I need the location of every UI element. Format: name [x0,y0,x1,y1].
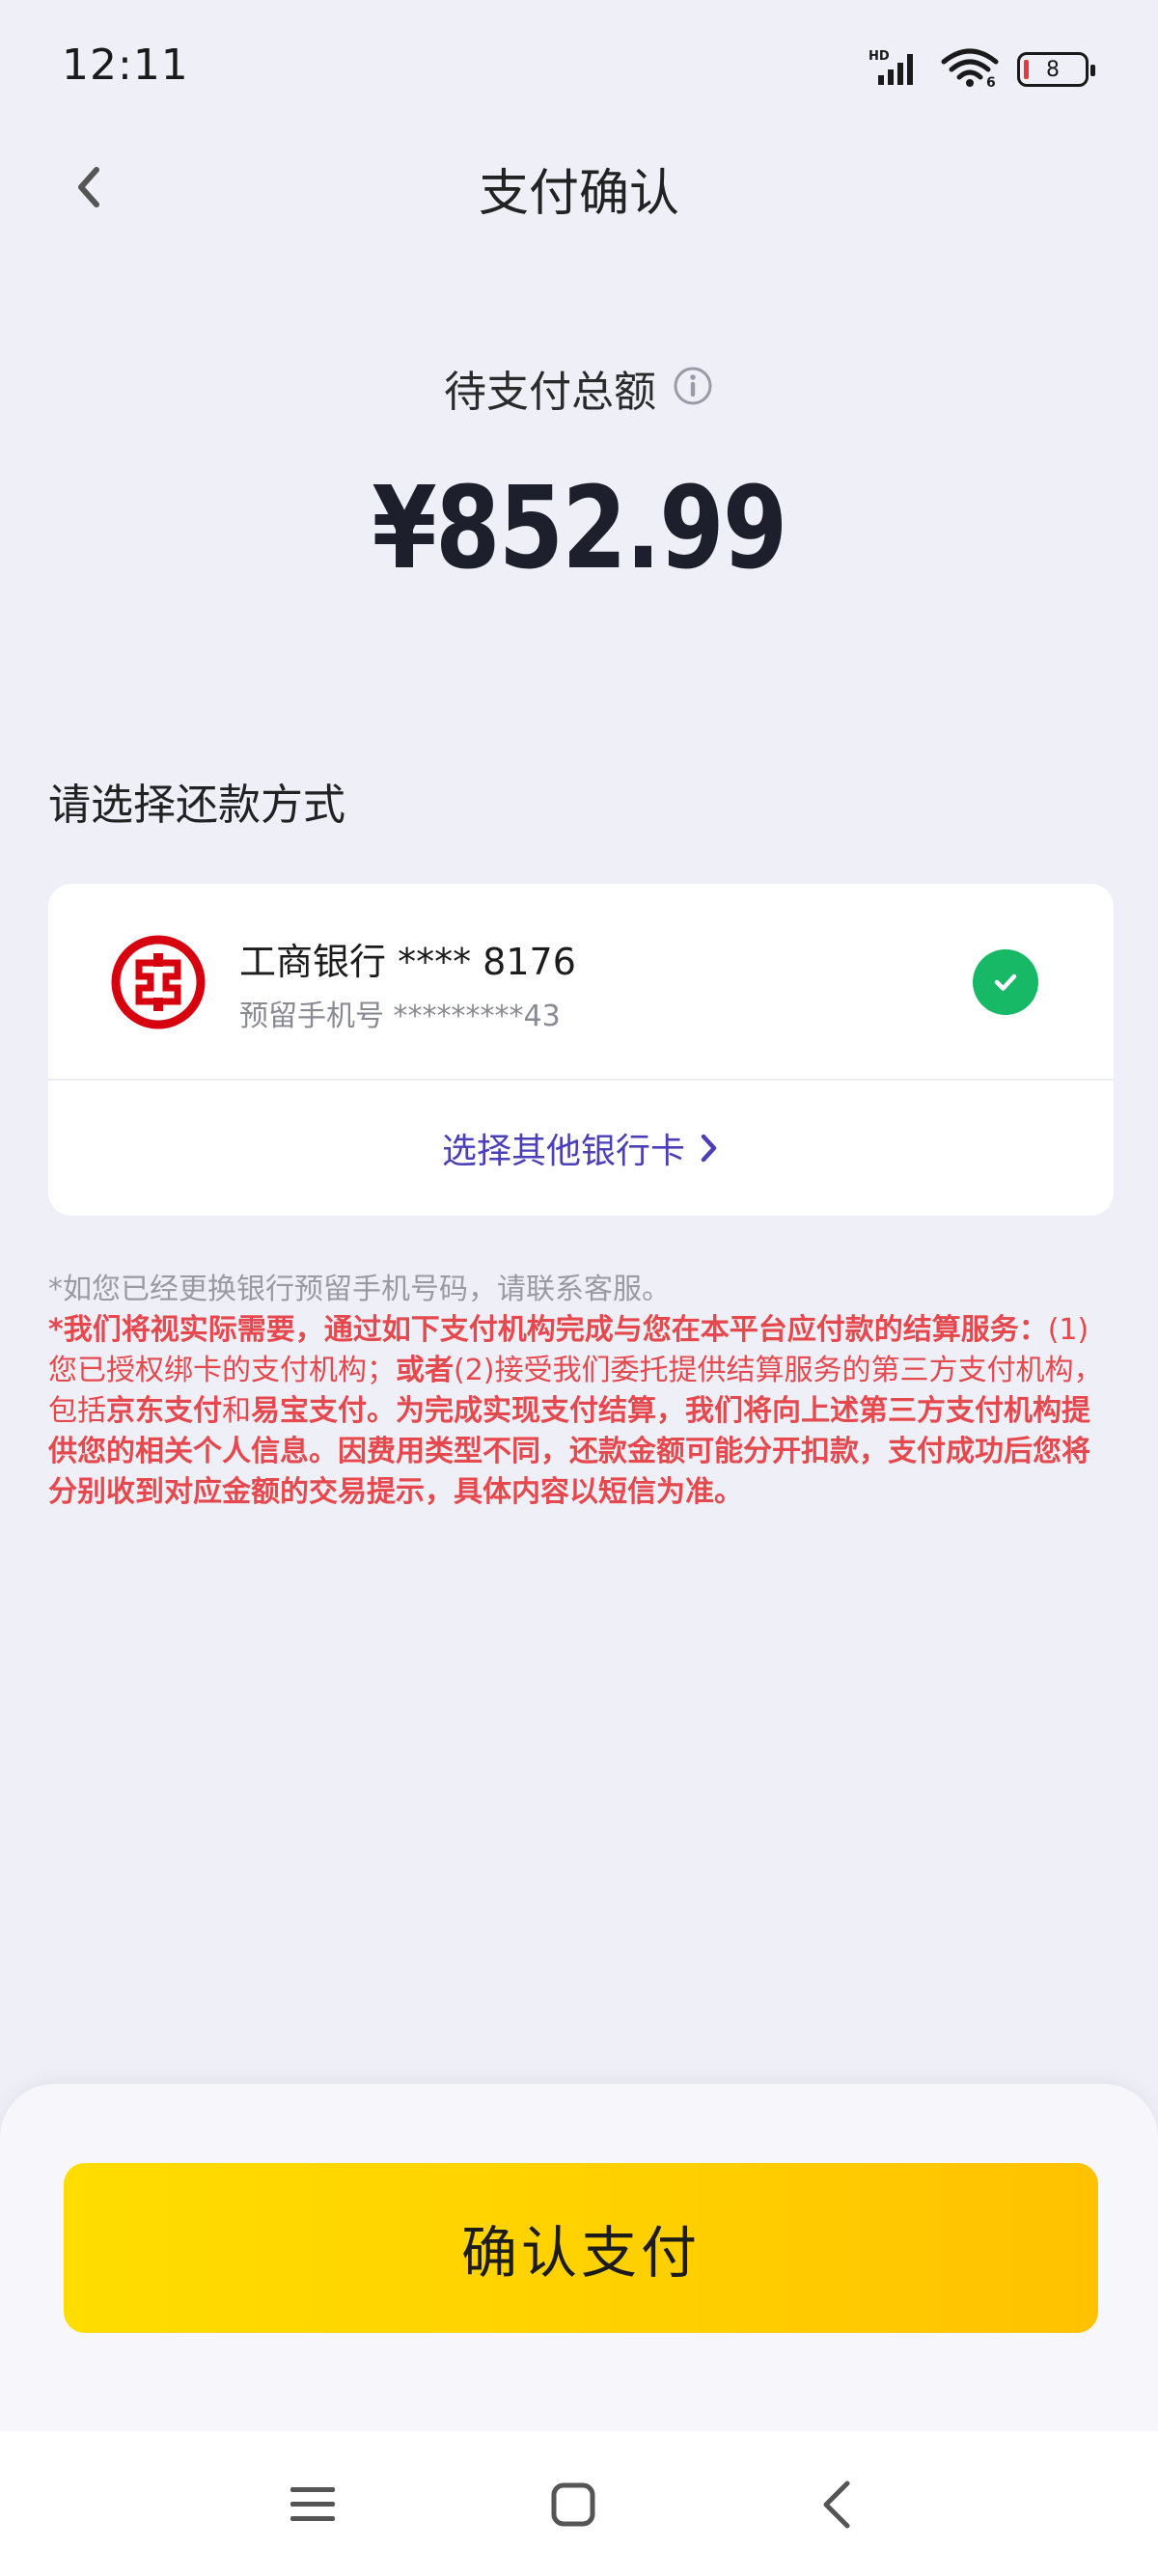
amount-label: 待支付总额 [444,368,656,417]
chevron-right-icon [701,1134,717,1163]
notice-red-part5: 京东支付 [106,1394,222,1428]
home-button[interactable] [542,2474,604,2535]
notice-red-part1: *我们将视实际需要，通过如下支付机构完成与您在本平台应付款的结算服务： [48,1313,1048,1347]
bank-phone: 预留手机号 *********43 [239,1000,561,1033]
status-time: 12:11 [62,41,189,90]
bank-name: 工商银行 **** 8176 [239,941,576,983]
confirm-payment-button[interactable]: 确认支付 [64,2163,1098,2333]
info-icon[interactable] [672,365,714,411]
signal-icon: HD [868,48,923,91]
home-square-icon [551,2482,595,2527]
status-bar: 12:11 HD 6 8 [0,0,1158,135]
select-other-card-button[interactable]: 选择其他银行卡 [48,1081,1114,1216]
system-nav-bar [0,2431,1158,2576]
bottom-action-sheet: 确认支付 [0,2084,1158,2431]
nav-bar: 支付确认 [0,135,1158,241]
menu-button[interactable] [282,2474,344,2535]
back-triangle-icon [823,2480,850,2529]
network-label: HD [868,49,890,64]
menu-icon [290,2487,335,2521]
other-card-label: 选择其他银行卡 [441,1132,685,1171]
system-back-button[interactable] [807,2474,868,2535]
payment-method-card: 工商银行 **** 8176 预留手机号 *********43 选择其他银行卡 [48,884,1114,1216]
payment-notice: *如您已经更换银行预留手机号码，请联系客服。 *我们将视实际需要，通过如下支付机… [48,1270,1114,1513]
notice-gray-line: *如您已经更换银行预留手机号码，请联系客服。 [48,1273,671,1306]
bank-card-option[interactable]: 工商银行 **** 8176 预留手机号 *********43 [48,884,1114,1081]
status-icons: HD 6 8 [868,46,1095,93]
notice-red-part3: 或者 [396,1354,454,1387]
battery-icon: 8 [1017,52,1095,87]
notice-red-part7: 易宝支付 [251,1394,367,1428]
amount-value: ¥852.99 [372,461,787,594]
section-title: 请选择还款方式 [48,781,345,830]
battery-level: 8 [1046,57,1060,82]
icbc-logo [111,935,206,1029]
wifi-label: 6 [986,75,996,89]
check-icon [973,949,1038,1015]
page-title: 支付确认 [478,165,679,223]
wifi-icon: 6 [940,46,1000,93]
notice-red-part6: 和 [222,1394,251,1428]
notice-red-block: *我们将视实际需要，通过如下支付机构完成与您在本平台应付款的结算服务：(1)您已… [48,1310,1114,1513]
amount-label-row: 待支付总额 [0,357,1158,419]
